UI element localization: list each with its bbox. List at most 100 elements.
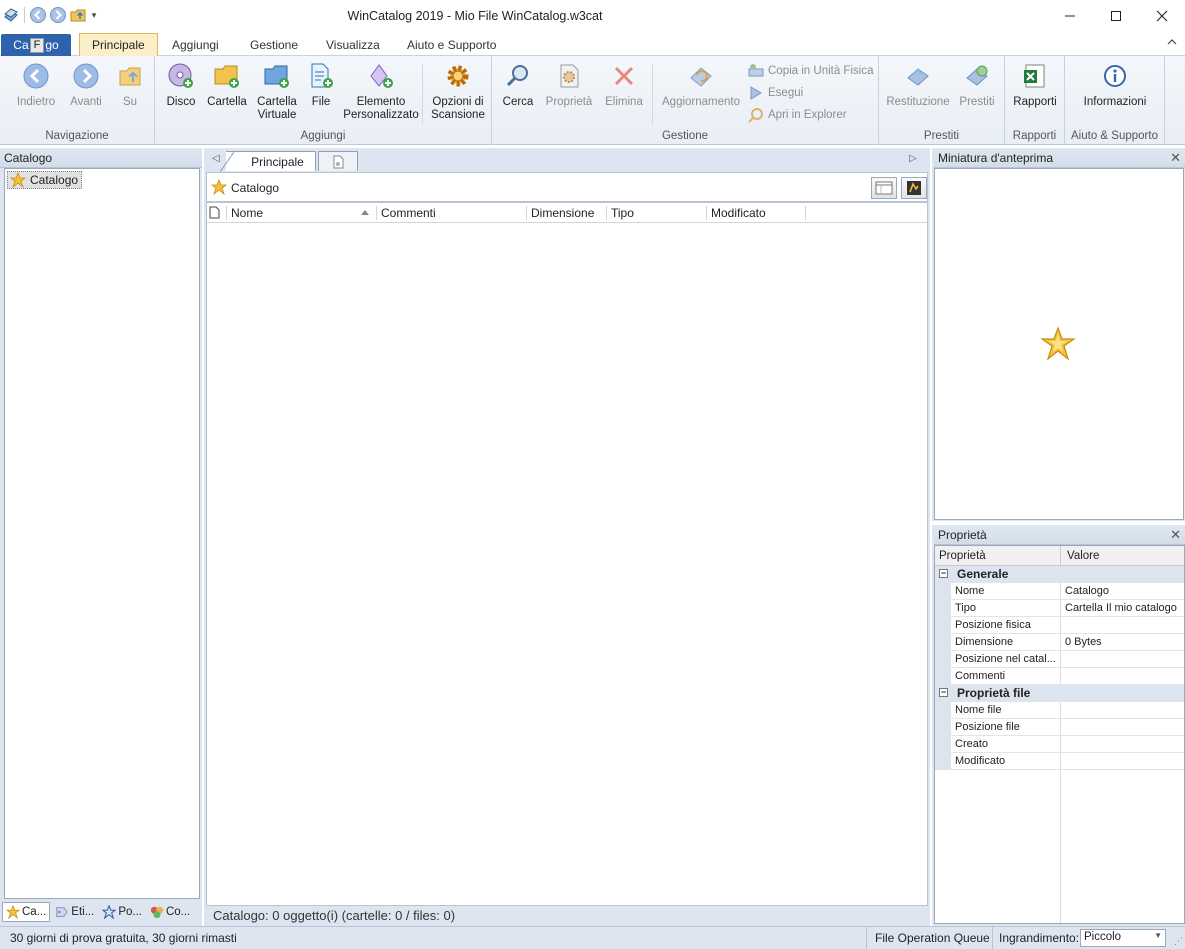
- minimize-button[interactable]: [1047, 0, 1093, 32]
- disco-button[interactable]: Disco: [164, 60, 198, 109]
- tab-etichette[interactable]: Eti...: [52, 903, 97, 921]
- indietro-button[interactable]: Indietro: [14, 60, 58, 109]
- view-mode-button[interactable]: [871, 177, 897, 199]
- proprieta-label: Proprietà: [545, 96, 593, 108]
- column-tipo[interactable]: Tipo: [606, 206, 706, 220]
- restituzione-button[interactable]: Restituzione: [885, 60, 951, 109]
- rapporti-label: Rapporti: [1013, 96, 1057, 108]
- tree-item-catalogo[interactable]: Catalogo: [7, 171, 83, 189]
- properties-panel-title: Proprietà: [938, 527, 987, 542]
- file-tab[interactable]: Ca Fgo: [1, 34, 71, 56]
- column-commenti[interactable]: Commenti: [376, 206, 526, 220]
- tab-contatti-label: Co...: [165, 906, 191, 918]
- property-name: Creato: [955, 738, 989, 750]
- properties-close-icon[interactable]: ✕: [1170, 527, 1181, 543]
- copia-unita-fisica-button[interactable]: Copia in Unità Fisica: [748, 63, 873, 79]
- esegui-button[interactable]: Esegui: [748, 85, 803, 101]
- property-row[interactable]: Posizione fisica: [935, 617, 1184, 634]
- excel-report-icon: [1019, 60, 1051, 92]
- opzioni-scansione-button[interactable]: Opzioni di Scansione: [427, 60, 489, 122]
- column-dimensione[interactable]: Dimensione: [526, 206, 606, 220]
- path-bar: Catalogo: [206, 172, 928, 202]
- rapporti-button[interactable]: Rapporti: [1010, 60, 1060, 109]
- group-separator: [422, 64, 423, 124]
- tab-scroll-right-icon[interactable]: ▷: [909, 153, 917, 164]
- cartella-label: Cartella: [207, 96, 247, 108]
- restituzione-label: Restituzione: [886, 96, 950, 108]
- close-button[interactable]: [1139, 0, 1185, 32]
- elemento-personalizzato-button[interactable]: Elemento Personalizzato: [343, 60, 419, 122]
- document-tabs: ◁ Principale ▷: [204, 148, 930, 172]
- collapse-ribbon-icon[interactable]: [1167, 37, 1177, 49]
- property-name: Dimensione: [955, 636, 1014, 648]
- catalog-panel-title: Catalogo: [4, 150, 53, 165]
- aggiornamento-button[interactable]: Aggiornamento: [658, 60, 744, 109]
- preview-toggle-button[interactable]: [901, 177, 927, 199]
- column-proprieta[interactable]: Proprietà: [939, 550, 986, 562]
- zoom-select[interactable]: Piccolo ▼: [1080, 929, 1166, 947]
- catalog-star-icon: [211, 179, 227, 195]
- catalog-tree[interactable]: Catalogo: [4, 168, 200, 899]
- properties-icon: [553, 60, 585, 92]
- property-row[interactable]: Creato: [935, 736, 1184, 753]
- run-icon: [750, 86, 762, 100]
- cartella-virtuale-button[interactable]: Cartella Virtuale: [255, 60, 299, 122]
- disc-add-icon: [165, 60, 197, 92]
- tab-aiuto-supporto[interactable]: Aiuto e Supporto: [407, 33, 496, 56]
- column-nome[interactable]: Nome: [226, 206, 376, 220]
- file-operation-queue-button[interactable]: File Operation Queue: [866, 927, 998, 949]
- doctab-new[interactable]: [318, 151, 358, 171]
- gear-icon: [442, 60, 474, 92]
- path-text[interactable]: Catalogo: [231, 181, 279, 195]
- tab-gestione[interactable]: Gestione: [250, 33, 298, 56]
- tab-contatti[interactable]: Co...: [147, 903, 193, 921]
- return-icon: [902, 60, 934, 92]
- proprieta-button[interactable]: Proprietà: [544, 60, 594, 109]
- cerca-button[interactable]: Cerca: [500, 60, 536, 109]
- property-grid[interactable]: Proprietà Valore − Generale Nome Catalogo…: [934, 545, 1185, 924]
- avanti-button[interactable]: Avanti: [66, 60, 106, 109]
- property-row[interactable]: Nome Catalogo: [935, 583, 1184, 600]
- apri-explorer-button[interactable]: Apri in Explorer: [748, 107, 847, 123]
- search-icon: [502, 60, 534, 92]
- tab-visualizza[interactable]: Visualizza: [326, 33, 380, 56]
- property-row[interactable]: Posizione file: [935, 719, 1184, 736]
- column-modificato[interactable]: Modificato: [706, 206, 806, 220]
- informazioni-button[interactable]: Informazioni: [1073, 60, 1157, 109]
- contacts-icon: [150, 906, 164, 919]
- property-row[interactable]: Modificato: [935, 753, 1184, 770]
- collapse-icon[interactable]: −: [939, 688, 948, 697]
- column-valore[interactable]: Valore: [1067, 550, 1099, 562]
- property-group-generale[interactable]: − Generale: [935, 566, 1184, 583]
- prestiti-button[interactable]: Prestiti: [957, 60, 997, 109]
- file-type-column-icon: [209, 206, 220, 219]
- disco-label: Disco: [166, 96, 196, 108]
- cartella-button[interactable]: Cartella: [205, 60, 249, 109]
- doctab-principale[interactable]: Principale: [220, 151, 316, 172]
- tab-scroll-left-icon[interactable]: ◁: [212, 153, 220, 164]
- collapse-icon[interactable]: −: [939, 569, 948, 578]
- property-name: Nome file: [955, 704, 1002, 716]
- elimina-button[interactable]: Elimina: [604, 60, 644, 109]
- preview-close-icon[interactable]: ✕: [1170, 150, 1181, 166]
- tab-aggiungi[interactable]: Aggiungi: [172, 33, 219, 56]
- maximize-button[interactable]: [1093, 0, 1139, 32]
- tab-posizioni[interactable]: Po...: [99, 903, 145, 921]
- property-row[interactable]: Nome file: [935, 702, 1184, 719]
- resize-grip-icon[interactable]: ⋰: [1174, 936, 1183, 947]
- property-row[interactable]: Dimensione 0 Bytes: [935, 634, 1184, 651]
- file-list[interactable]: Nome Commenti Dimensione Tipo Modificato: [206, 202, 928, 906]
- informazioni-label: Informazioni: [1083, 96, 1147, 108]
- su-button[interactable]: Su: [114, 60, 146, 109]
- file-button[interactable]: File: [306, 60, 336, 109]
- property-row[interactable]: Tipo Cartella Il mio catalogo: [935, 600, 1184, 617]
- aggiornamento-label: Aggiornamento: [662, 96, 740, 108]
- tab-principale[interactable]: Principale: [79, 33, 158, 56]
- property-row[interactable]: Commenti: [935, 668, 1184, 685]
- preview-icon: [907, 181, 921, 195]
- property-group-file[interactable]: − Proprietà file: [935, 685, 1184, 702]
- tab-catalogo-label: Ca...: [22, 906, 47, 918]
- tab-catalogo[interactable]: Ca...: [2, 902, 51, 922]
- property-row[interactable]: Posizione nel catal...: [935, 651, 1184, 668]
- catalog-star-icon: [1040, 326, 1076, 361]
